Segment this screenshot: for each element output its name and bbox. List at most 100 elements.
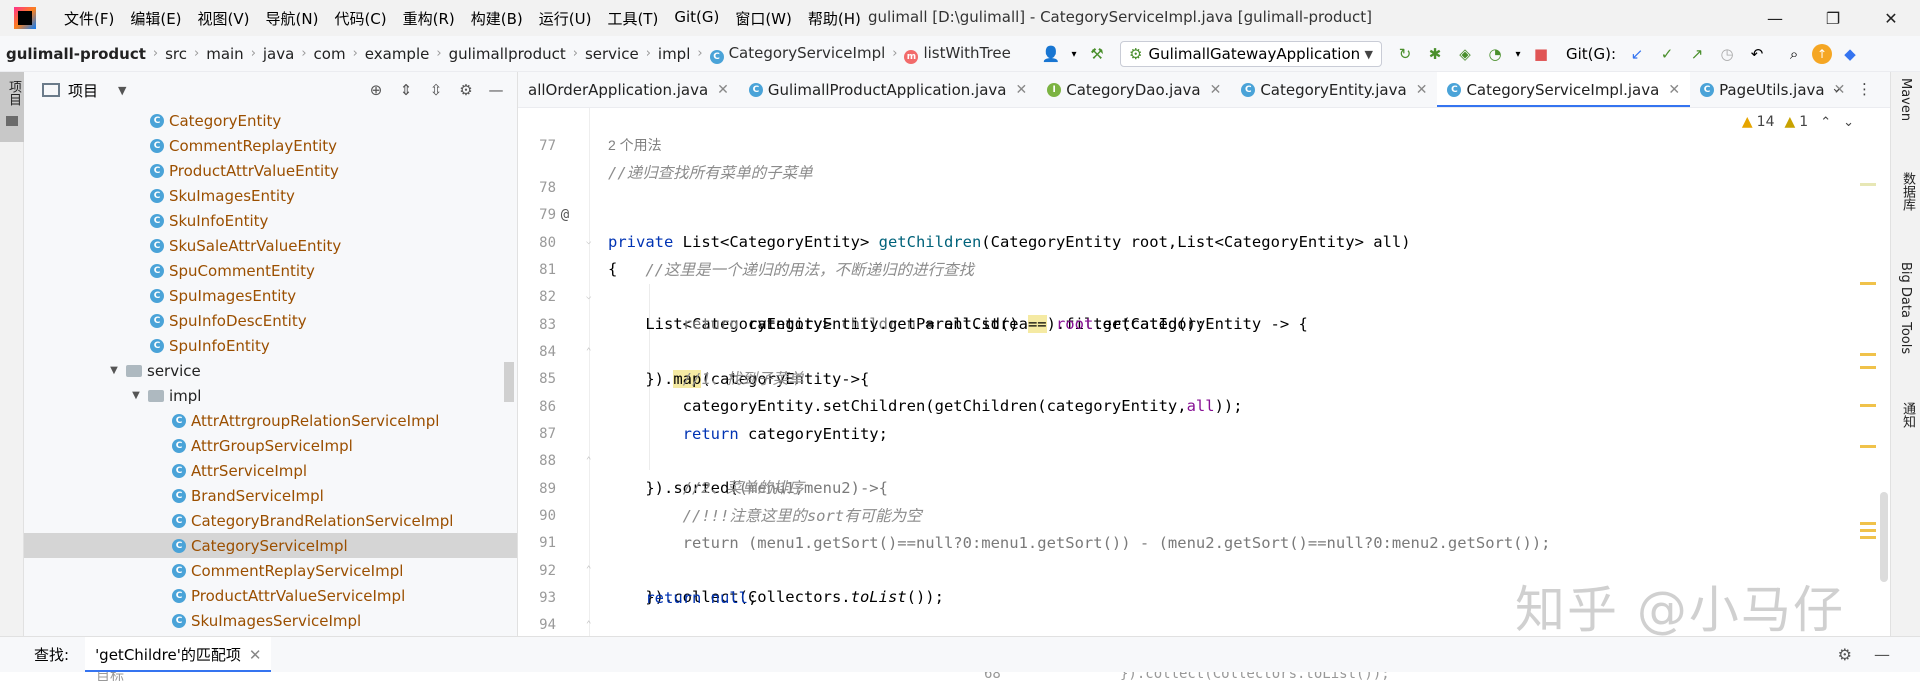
debug-icon[interactable]: ✱ [1423, 42, 1447, 66]
project-panel-title[interactable]: 项目 [68, 80, 98, 101]
build-hammer-icon[interactable]: ⚒ [1085, 42, 1109, 66]
close-icon[interactable]: ✕ [1210, 82, 1222, 98]
git-update-icon[interactable]: ↙ [1625, 42, 1649, 66]
close-icon[interactable]: ✕ [1668, 82, 1680, 98]
close-icon[interactable]: ✕ [1015, 82, 1027, 98]
menu-help[interactable]: 帮助(H) [800, 8, 869, 29]
tree-item[interactable]: C CategoryBrandRelationServiceImpl [24, 508, 517, 533]
tree-item[interactable]: C BrandServiceImpl [24, 483, 517, 508]
error-stripe-mark[interactable] [1860, 183, 1876, 186]
menu-navigate[interactable]: 导航(N) [258, 8, 327, 29]
tree-item[interactable]: C AttrServiceImpl [24, 458, 517, 483]
tree-item[interactable]: C SkuSaleAttrValueEntity [24, 233, 517, 258]
big-data-tools-tab[interactable]: Big Data Tools [1898, 262, 1913, 354]
breadcrumb-example[interactable]: example [365, 45, 430, 63]
close-icon[interactable]: ✕ [249, 646, 262, 664]
editor-tab[interactable]: C CategoryEntity.java ✕ [1231, 72, 1437, 107]
editor-tab[interactable]: C GulimallProductApplication.java ✕ [739, 72, 1037, 107]
tree-item[interactable]: C SpuInfoDescEntity [24, 308, 517, 333]
intellij-logo-icon[interactable] [14, 7, 36, 29]
chevron-down-icon[interactable]: ⌄ [1831, 81, 1842, 96]
more-icon[interactable]: ⋮ [1857, 80, 1872, 98]
editor-tab[interactable]: allOrderApplication.java ✕ [518, 72, 739, 107]
hide-icon[interactable]: — [483, 81, 509, 99]
chevron-down-icon[interactable]: ▼ [118, 84, 126, 97]
tree-item[interactable]: C SkuImagesServiceImpl [24, 608, 517, 633]
editor-scrollbar-thumb[interactable] [1880, 492, 1888, 582]
menu-window[interactable]: 窗口(W) [727, 8, 800, 29]
database-tool-tab[interactable]: 数据库 [1898, 172, 1917, 211]
tree-item[interactable]: C AttrAttrgroupRelationServiceImpl [24, 408, 517, 433]
find-results-tab[interactable]: 'getChildre'的匹配项 ✕ [85, 636, 272, 673]
menu-view[interactable]: 视图(V) [190, 8, 258, 29]
gear-icon[interactable]: ⚙ [1838, 645, 1852, 664]
error-stripe-mark[interactable] [1860, 522, 1876, 525]
tree-item[interactable]: C SkuImagesEntity [24, 183, 517, 208]
error-stripe-mark[interactable] [1860, 404, 1876, 407]
rerun-icon[interactable]: ↻ [1393, 42, 1417, 66]
menu-git[interactable]: Git(G) [666, 8, 727, 29]
menu-run[interactable]: 运行(U) [531, 8, 600, 29]
scrollbar-thumb[interactable] [504, 362, 514, 402]
rollback-icon[interactable]: ↶ [1745, 42, 1769, 66]
run-configuration-select[interactable]: ⚙ GulimallGatewayApplication ▼ [1120, 41, 1382, 67]
tree-item[interactable]: C CommentReplayServiceImpl [24, 558, 517, 583]
coverage-icon[interactable]: ◈ [1453, 42, 1477, 66]
tree-item[interactable]: C ProductAttrValueServiceImpl [24, 583, 517, 608]
menu-tools[interactable]: 工具(T) [599, 8, 666, 29]
tree-item[interactable]: C SpuCommentEntity [24, 258, 517, 283]
stop-icon[interactable]: ■ [1529, 42, 1553, 66]
tree-item[interactable]: C CategoryEntity [24, 108, 517, 133]
hide-icon[interactable]: — [1874, 645, 1890, 664]
fold-icon[interactable]: ⌃ [586, 612, 596, 636]
close-icon[interactable]: ✕ [1416, 82, 1428, 98]
menu-refactor[interactable]: 重构(R) [395, 8, 463, 29]
tree-item[interactable]: C ProductAttrValueEntity [24, 158, 517, 183]
error-stripe-mark[interactable] [1860, 366, 1876, 369]
collapse-all-icon[interactable]: ⇳ [423, 81, 449, 99]
menu-build[interactable]: 构建(B) [463, 8, 531, 29]
breadcrumb-com[interactable]: com [314, 45, 346, 63]
breadcrumb-module[interactable]: gulimall-product [6, 45, 146, 63]
menu-file[interactable]: 文件(F) [56, 8, 122, 29]
gear-icon[interactable]: ⚙ [453, 81, 479, 99]
close-icon[interactable]: ✕ [717, 82, 729, 98]
chevron-down-icon[interactable]: ▾ [1513, 42, 1523, 66]
breadcrumb-java[interactable]: java [263, 45, 294, 63]
update-icon[interactable]: ↑ [1812, 44, 1833, 64]
search-icon[interactable]: ⌕ [1782, 42, 1806, 66]
breadcrumb-src[interactable]: src [165, 45, 187, 63]
tree-item[interactable]: ▼ service [24, 358, 517, 383]
editor-tab[interactable]: I CategoryDao.java ✕ [1037, 72, 1231, 107]
maven-tool-tab[interactable]: Maven [1898, 78, 1913, 121]
menu-edit[interactable]: 编辑(E) [122, 8, 189, 29]
tree-item[interactable]: C SpuInfoEntity [24, 333, 517, 358]
breadcrumb-main[interactable]: main [206, 45, 243, 63]
tree-item[interactable]: C SpuImagesEntity [24, 283, 517, 308]
git-commit-icon[interactable]: ✓ [1655, 42, 1679, 66]
breadcrumb-method[interactable]: m listWithTree [904, 44, 1011, 64]
expand-all-icon[interactable]: ⇕ [393, 81, 419, 99]
tree-item[interactable]: C SkuInfoEntity [24, 208, 517, 233]
breadcrumb-impl[interactable]: impl [658, 45, 690, 63]
history-icon[interactable]: ◷ [1715, 42, 1739, 66]
chevron-down-icon[interactable]: ▾ [1069, 42, 1079, 66]
error-stripe-mark[interactable] [1860, 445, 1876, 448]
tree-item[interactable]: ▼ impl [24, 383, 517, 408]
breadcrumb-gulimallproduct[interactable]: gulimallproduct [449, 45, 566, 63]
project-tool-tab[interactable]: 项目 [0, 72, 24, 142]
profile-icon[interactable]: ◔ [1483, 42, 1507, 66]
user-icon[interactable]: 👤 [1039, 42, 1063, 66]
minimize-button[interactable]: — [1746, 0, 1804, 36]
tree-item[interactable]: C CategoryServiceImpl [24, 533, 517, 558]
git-push-icon[interactable]: ↗ [1685, 42, 1709, 66]
locate-icon[interactable]: ⊕ [363, 81, 389, 99]
error-stripe-mark[interactable] [1860, 282, 1876, 285]
maximize-button[interactable]: ❐ [1804, 0, 1862, 36]
error-stripe-mark[interactable] [1860, 353, 1876, 356]
error-stripe-mark[interactable] [1860, 536, 1876, 539]
tree-item[interactable]: C CommentReplayEntity [24, 133, 517, 158]
editor-tab[interactable]: C CategoryServiceImpl.java ✕ [1437, 72, 1691, 107]
tree-item[interactable]: C AttrGroupServiceImpl [24, 433, 517, 458]
close-button[interactable]: ✕ [1862, 0, 1920, 36]
